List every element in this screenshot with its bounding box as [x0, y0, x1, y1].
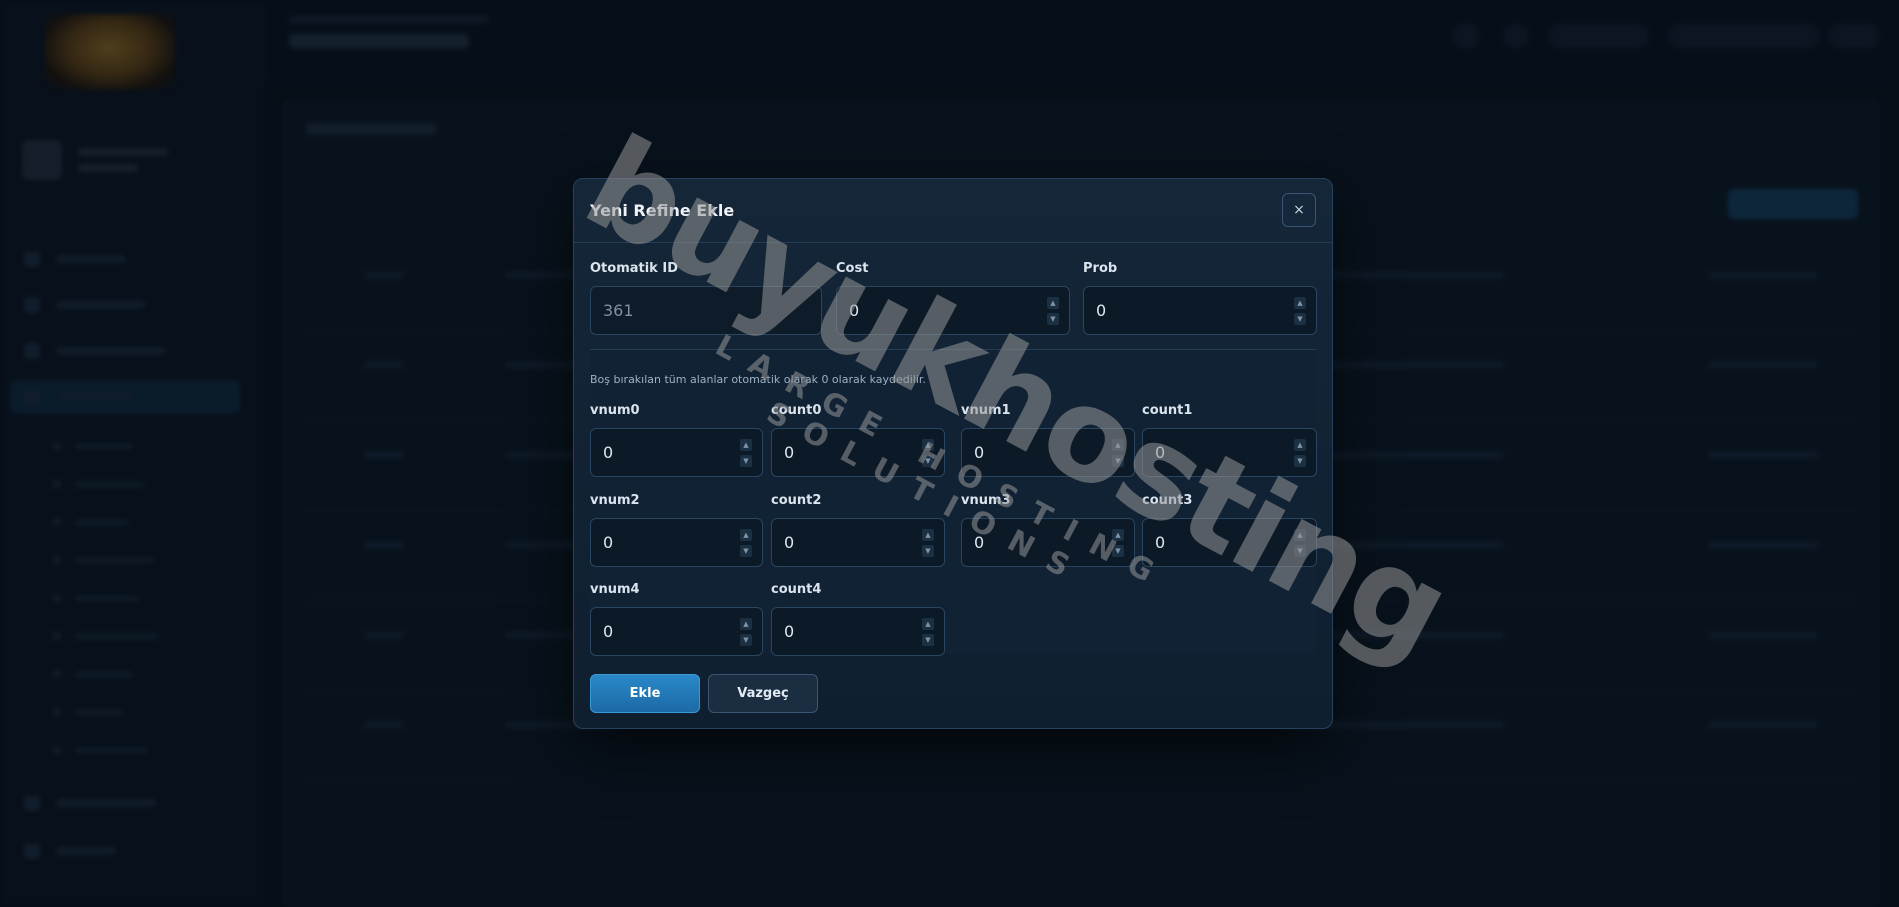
decrement-icon[interactable]: ▼ — [1294, 313, 1306, 325]
count2-input[interactable]: 0 ▲ ▼ — [771, 518, 945, 567]
increment-icon[interactable]: ▲ — [1047, 297, 1059, 309]
vnum1-value: 0 — [974, 443, 985, 462]
vnum0-input[interactable]: 0 ▲ ▼ — [590, 428, 763, 477]
decrement-icon[interactable]: ▼ — [740, 455, 752, 467]
count3-input[interactable]: 0 ▲ ▼ — [1142, 518, 1317, 567]
vnum4-input[interactable]: 0 ▲ ▼ — [590, 607, 763, 656]
increment-icon[interactable]: ▲ — [1294, 297, 1306, 309]
auto-id-value: 361 — [603, 301, 634, 320]
increment-icon[interactable]: ▲ — [740, 618, 752, 630]
decrement-icon[interactable]: ▼ — [922, 455, 934, 467]
count2-value: 0 — [784, 533, 795, 552]
vnum0-stepper[interactable]: ▲ ▼ — [740, 439, 752, 467]
vnum1-input[interactable]: 0 ▲ ▼ — [961, 428, 1135, 477]
field-label-vnum1: vnum1 — [961, 403, 1011, 418]
vnum3-value: 0 — [974, 533, 985, 552]
increment-icon[interactable]: ▲ — [740, 439, 752, 451]
close-button[interactable]: × — [1282, 193, 1316, 227]
increment-icon[interactable]: ▲ — [1294, 439, 1306, 451]
field-label-vnum3: vnum3 — [961, 493, 1011, 508]
count3-stepper[interactable]: ▲ ▼ — [1294, 529, 1306, 557]
increment-icon[interactable]: ▲ — [922, 618, 934, 630]
vnum1-stepper[interactable]: ▲ ▼ — [1112, 439, 1124, 467]
count0-stepper[interactable]: ▲ ▼ — [922, 439, 934, 467]
hint-text: Boş bırakılan tüm alanlar otomatik olara… — [590, 373, 926, 386]
field-label-cost: Cost — [836, 261, 869, 276]
field-label-count0: count0 — [771, 403, 822, 418]
decrement-icon[interactable]: ▼ — [922, 634, 934, 646]
vnum3-input[interactable]: 0 ▲ ▼ — [961, 518, 1135, 567]
increment-icon[interactable]: ▲ — [1112, 439, 1124, 451]
count0-value: 0 — [784, 443, 795, 462]
modal-header: Yeni Refine Ekle × — [574, 179, 1332, 243]
decrement-icon[interactable]: ▼ — [740, 634, 752, 646]
decrement-icon[interactable]: ▼ — [740, 545, 752, 557]
add-refine-modal: Yeni Refine Ekle × Otomatik ID 361 Cost … — [573, 178, 1333, 729]
field-label-vnum0: vnum0 — [590, 403, 640, 418]
close-icon: × — [1293, 202, 1305, 218]
cost-value: 0 — [849, 301, 860, 320]
vnum2-input[interactable]: 0 ▲ ▼ — [590, 518, 763, 567]
auto-id-field: 361 — [590, 286, 822, 335]
decrement-icon[interactable]: ▼ — [1294, 545, 1306, 557]
prob-input[interactable]: 0 ▲ ▼ — [1083, 286, 1317, 335]
vnum0-value: 0 — [603, 443, 614, 462]
vnum2-value: 0 — [603, 533, 614, 552]
modal-title: Yeni Refine Ekle — [590, 201, 735, 220]
vnum4-stepper[interactable]: ▲ ▼ — [740, 618, 752, 646]
prob-value: 0 — [1096, 301, 1107, 320]
field-label-count1: count1 — [1142, 403, 1193, 418]
decrement-icon[interactable]: ▼ — [1112, 545, 1124, 557]
decrement-icon[interactable]: ▼ — [1047, 313, 1059, 325]
increment-icon[interactable]: ▲ — [1112, 529, 1124, 541]
field-label-vnum4: vnum4 — [590, 582, 640, 597]
decrement-icon[interactable]: ▼ — [922, 545, 934, 557]
count1-stepper[interactable]: ▲ ▼ — [1294, 439, 1306, 467]
cost-stepper[interactable]: ▲ ▼ — [1047, 297, 1059, 325]
prob-stepper[interactable]: ▲ ▼ — [1294, 297, 1306, 325]
increment-icon[interactable]: ▲ — [740, 529, 752, 541]
field-label-count2: count2 — [771, 493, 822, 508]
field-label-id: Otomatik ID — [590, 261, 678, 276]
vnum3-stepper[interactable]: ▲ ▼ — [1112, 529, 1124, 557]
field-label-count4: count4 — [771, 582, 822, 597]
count2-stepper[interactable]: ▲ ▼ — [922, 529, 934, 557]
increment-icon[interactable]: ▲ — [922, 529, 934, 541]
increment-icon[interactable]: ▲ — [1294, 529, 1306, 541]
vnum2-stepper[interactable]: ▲ ▼ — [740, 529, 752, 557]
count1-value: 0 — [1155, 443, 1166, 462]
add-button[interactable]: Ekle — [590, 674, 700, 713]
field-label-prob: Prob — [1083, 261, 1118, 276]
count4-value: 0 — [784, 622, 795, 641]
count4-input[interactable]: 0 ▲ ▼ — [771, 607, 945, 656]
field-label-vnum2: vnum2 — [590, 493, 640, 508]
count4-stepper[interactable]: ▲ ▼ — [922, 618, 934, 646]
field-label-count3: count3 — [1142, 493, 1193, 508]
decrement-icon[interactable]: ▼ — [1294, 455, 1306, 467]
count1-input[interactable]: 0 ▲ ▼ — [1142, 428, 1317, 477]
decrement-icon[interactable]: ▼ — [1112, 455, 1124, 467]
cost-input[interactable]: 0 ▲ ▼ — [836, 286, 1070, 335]
count0-input[interactable]: 0 ▲ ▼ — [771, 428, 945, 477]
increment-icon[interactable]: ▲ — [922, 439, 934, 451]
vnum4-value: 0 — [603, 622, 614, 641]
cancel-button[interactable]: Vazgeç — [708, 674, 818, 713]
count3-value: 0 — [1155, 533, 1166, 552]
